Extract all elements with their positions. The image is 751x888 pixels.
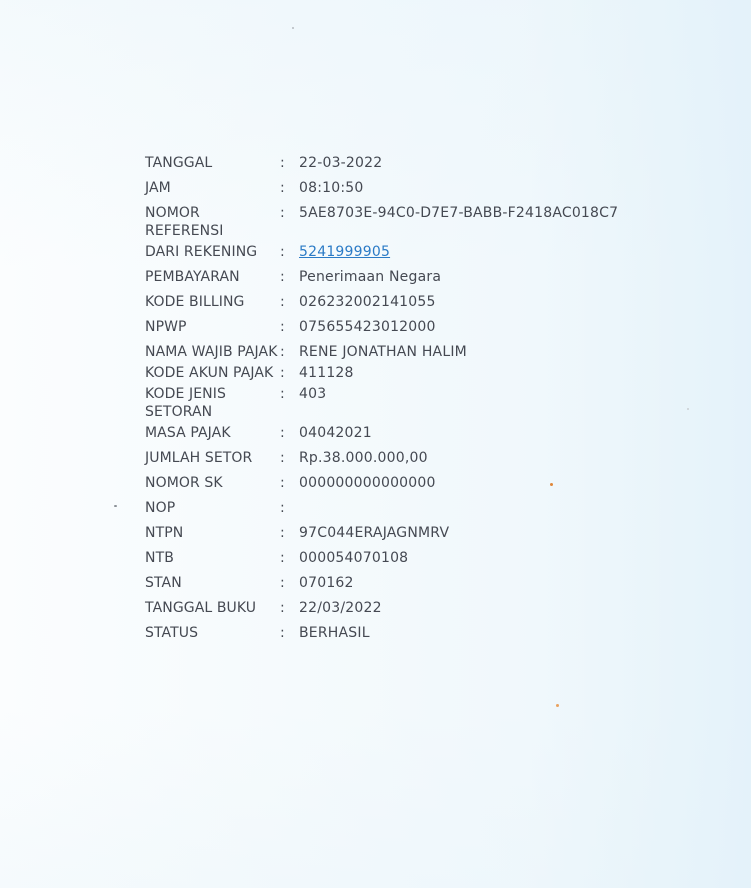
transaction-receipt: TANGGAL : 22-03-2022 JAM : 08:10:50 NOMO… <box>145 152 705 642</box>
row-kode-jenis-setoran: KODE JENIS SETORAN : 403 <box>145 385 705 421</box>
row-stan: STAN : 070162 <box>145 574 705 592</box>
value-jumlah-setor: Rp.38.000.000,00 <box>299 450 428 466</box>
value-ntb: 000054070108 <box>299 550 409 566</box>
scan-speck <box>292 27 294 29</box>
label-jumlah-setor: JUMLAH SETOR <box>145 450 253 466</box>
row-nomor-sk: NOMOR SK : 000000000000000 <box>145 474 705 492</box>
separator: : <box>280 600 285 616</box>
label-ntpn: NTPN <box>145 525 184 541</box>
label-nama-wajib-pajak: NAMA WAJIB PAJAK <box>145 344 278 360</box>
row-ntb: NTB : 000054070108 <box>145 549 705 567</box>
label-stan: STAN <box>145 575 182 591</box>
value-nama-wajib-pajak: RENE JONATHAN HALIM <box>299 344 467 360</box>
separator: : <box>280 205 285 221</box>
label-ntb: NTB <box>145 550 174 566</box>
value-nomor-sk: 000000000000000 <box>299 475 436 491</box>
row-nama-wajib-pajak: NAMA WAJIB PAJAK : RENE JONATHAN HALIM <box>145 343 705 361</box>
value-kode-billing: 026232002141055 <box>299 294 436 310</box>
separator: : <box>280 269 285 285</box>
separator: : <box>280 180 285 196</box>
row-npwp: NPWP : 075655423012000 <box>145 318 705 336</box>
label-nomor-sk: NOMOR SK <box>145 475 223 491</box>
separator: : <box>280 525 285 541</box>
value-kode-akun-pajak: 411128 <box>299 365 354 381</box>
separator: : <box>280 550 285 566</box>
separator: : <box>280 625 285 641</box>
label-npwp: NPWP <box>145 319 187 335</box>
label-nop: NOP <box>145 500 176 516</box>
label-kode-billing: KODE BILLING <box>145 294 245 310</box>
row-masa-pajak: MASA PAJAK : 04042021 <box>145 424 705 442</box>
label-masa-pajak: MASA PAJAK <box>145 425 231 441</box>
separator: : <box>280 500 285 516</box>
separator: : <box>280 475 285 491</box>
row-jam: JAM : 08:10:50 <box>145 179 705 197</box>
separator: : <box>280 365 285 381</box>
label-tanggal-buku: TANGGAL BUKU <box>145 600 257 616</box>
value-stan: 070162 <box>299 575 354 591</box>
value-tanggal: 22-03-2022 <box>299 155 383 171</box>
label-status: STATUS <box>145 625 199 641</box>
separator: : <box>280 244 285 260</box>
label-pembayaran: PEMBAYARAN <box>145 269 240 285</box>
value-tanggal-buku: 22/03/2022 <box>299 600 382 616</box>
value-masa-pajak: 04042021 <box>299 425 372 441</box>
row-status: STATUS : BERHASIL <box>145 624 705 642</box>
row-tanggal-buku: TANGGAL BUKU : 22/03/2022 <box>145 599 705 617</box>
label-tanggal: TANGGAL <box>145 155 213 171</box>
scan-speck <box>556 704 559 707</box>
row-dari-rekening: DARI REKENING : 5241999905 <box>145 243 705 261</box>
row-jumlah-setor: JUMLAH SETOR : Rp.38.000.000,00 <box>145 449 705 467</box>
separator: : <box>280 450 285 466</box>
row-tanggal: TANGGAL : 22-03-2022 <box>145 154 705 172</box>
row-kode-billing: KODE BILLING : 026232002141055 <box>145 293 705 311</box>
value-nomor-referensi: 5AE8703E-94C0-D7E7-BABB-F2418AC018C7 <box>299 205 619 221</box>
value-pembayaran: Penerimaan Negara <box>299 269 442 285</box>
row-ntpn: NTPN : 97C044ERAJAGNMRV <box>145 524 705 542</box>
value-ntpn: 97C044ERAJAGNMRV <box>299 525 450 541</box>
value-kode-jenis-setoran: 403 <box>299 386 327 402</box>
separator: : <box>280 344 285 360</box>
separator: : <box>280 155 285 171</box>
row-nop: NOP : <box>145 499 705 517</box>
row-pembayaran: PEMBAYARAN : Penerimaan Negara <box>145 268 705 286</box>
separator: : <box>280 386 285 402</box>
label-kode-akun-pajak: KODE AKUN PAJAK <box>145 365 274 381</box>
separator: : <box>280 319 285 335</box>
scan-speck <box>114 505 117 507</box>
value-npwp: 075655423012000 <box>299 319 436 335</box>
row-kode-akun-pajak: KODE AKUN PAJAK : 411128 <box>145 364 705 382</box>
separator: : <box>280 575 285 591</box>
separator: : <box>280 425 285 441</box>
status-value: BERHASIL <box>299 625 370 641</box>
value-jam: 08:10:50 <box>299 180 364 196</box>
separator: : <box>280 294 285 310</box>
label-nomor-referensi: NOMOR REFERENSI <box>145 205 224 239</box>
account-number-link[interactable]: 5241999905 <box>299 243 705 261</box>
row-nomor-referensi: NOMOR REFERENSI : 5AE8703E-94C0-D7E7-BAB… <box>145 204 705 240</box>
label-jam: JAM <box>145 180 171 196</box>
label-dari-rekening: DARI REKENING <box>145 244 258 260</box>
label-kode-jenis-setoran: KODE JENIS SETORAN <box>145 386 226 420</box>
